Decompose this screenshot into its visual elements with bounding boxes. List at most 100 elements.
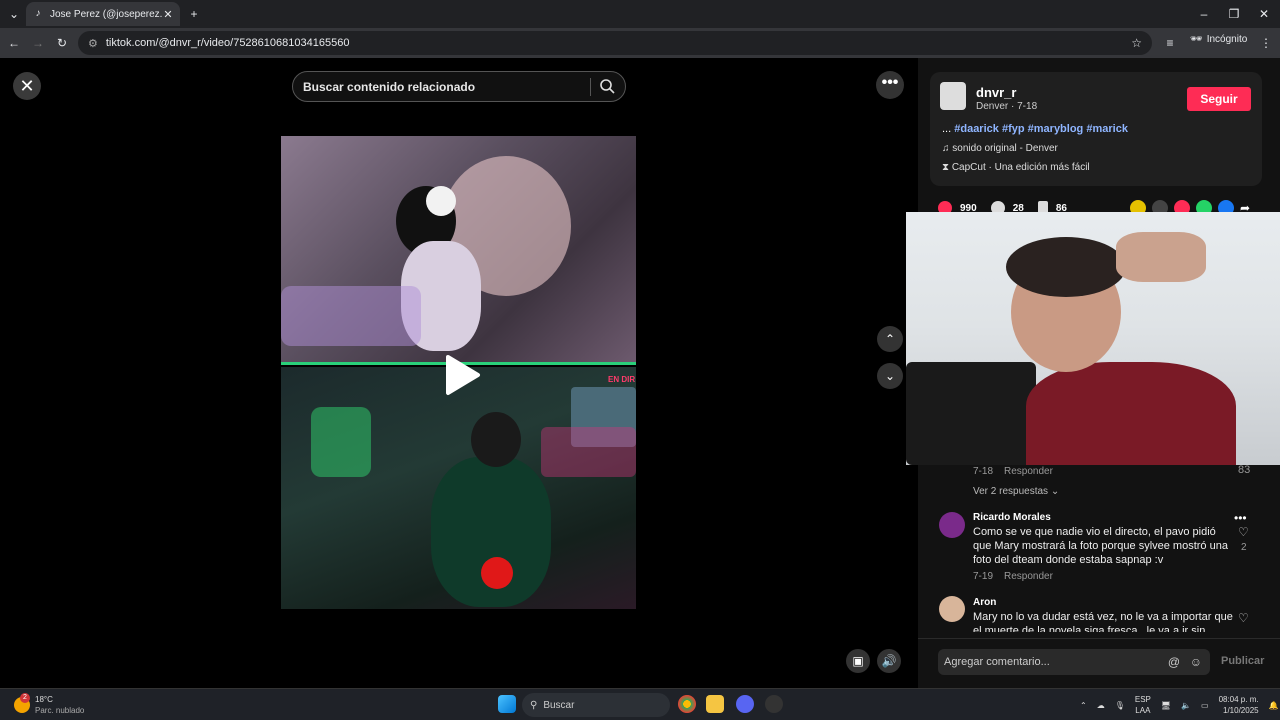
chevron-down-icon: ⌄ <box>1050 486 1060 497</box>
avatar[interactable] <box>939 596 965 622</box>
site-info-icon[interactable]: ⚙ <box>88 37 98 50</box>
taskbar-search[interactable]: ⚲ Buscar <box>522 693 670 717</box>
avatar[interactable] <box>940 82 966 110</box>
hashtag-link[interactable]: #daarick <box>954 123 999 135</box>
search-icon[interactable] <box>599 78 615 94</box>
battery-icon[interactable]: ▭ <box>1201 701 1209 710</box>
tray-overflow-icon[interactable]: ⌃ <box>1080 701 1087 710</box>
username[interactable]: dnvr_r <box>976 85 1016 100</box>
hashtags: ... #daarick #fyp #maryblog #marick <box>942 123 1128 135</box>
language-indicator[interactable]: ESP LAA <box>1135 694 1151 716</box>
comment-text: Como se ve que nadie vio el directo, el … <box>973 526 1228 566</box>
onedrive-icon[interactable]: ☁ <box>1097 701 1105 710</box>
search-icon: ⚲ <box>530 699 538 711</box>
music-note-icon: ♫ <box>942 143 950 154</box>
live-overlay-label: EN DIR <box>608 375 636 384</box>
ellipsis: ... <box>942 123 952 135</box>
related-search-input[interactable]: Buscar contenido relacionado <box>292 71 626 102</box>
mention-icon[interactable]: @ <box>1168 649 1180 675</box>
close-window-icon[interactable]: ✕ <box>1254 4 1274 24</box>
description-card: dnvr_r Denver · 7-18 Seguir ... #daarick… <box>930 72 1262 186</box>
comment-date: 7-19 <box>973 571 994 582</box>
new-tab-icon[interactable]: + <box>184 4 204 24</box>
miniplayer-icon[interactable]: ▣ <box>846 649 870 673</box>
user-info: Denver · 7-18 <box>976 101 1038 112</box>
comment-author[interactable]: Aron <box>973 597 996 608</box>
network-icon[interactable]: 🖥 <box>1161 701 1171 710</box>
music-link[interactable]: ♫ sonido original - Denver <box>942 143 1058 154</box>
hashtag-link[interactable]: #fyp <box>1002 123 1025 135</box>
temperature: 18°C <box>35 695 53 704</box>
reply-button[interactable]: Responder <box>1004 571 1053 582</box>
weather-widget[interactable]: 2 18°C Parc. nublado <box>14 693 85 716</box>
volume-icon[interactable]: 🔊 <box>877 649 901 673</box>
address-bar: ← → ↻ ⚙ tiktok.com/@dnvr_r/video/7528610… <box>0 28 1280 58</box>
browser-menu-icon[interactable]: ⋮ <box>1256 33 1276 53</box>
play-icon[interactable] <box>440 353 484 397</box>
incognito-icon: 🕶 <box>1190 34 1203 45</box>
file-explorer-icon[interactable] <box>706 695 724 713</box>
discord-icon[interactable] <box>736 695 754 713</box>
comment-text: Mary no lo va dudar está vez, no le va a… <box>973 611 1233 632</box>
url-field[interactable]: ⚙ tiktok.com/@dnvr_r/video/7528610681034… <box>78 31 1152 55</box>
back-icon[interactable]: ← <box>4 33 24 53</box>
language-code: ESP <box>1134 695 1151 704</box>
comment-date: 7-18 <box>973 466 994 477</box>
weather-text: Parc. nublado <box>35 706 85 715</box>
browser-tab[interactable]: ♪ Jose Perez (@joseperez.05_) | Ti ✕ <box>26 2 180 26</box>
microphone-icon[interactable]: 🎙 <box>1115 701 1125 710</box>
tab-list-icon[interactable]: ⌄ <box>4 4 24 24</box>
clock[interactable]: 08:04 p. m. 1/10/2025 <box>1219 694 1259 716</box>
video-top-frame <box>281 136 636 362</box>
comment-input[interactable]: Agregar comentario... @ ☺ <box>938 649 1210 675</box>
tab-title: Jose Perez (@joseperez.05_) | Ti <box>50 8 162 20</box>
notification-icon[interactable]: 🔔 <box>1269 701 1279 710</box>
comment-like-count: 2 <box>1241 542 1247 553</box>
capcut-link[interactable]: ⧗ CapCut · Una edición más fácil <box>942 162 1090 173</box>
minimize-icon[interactable]: – <box>1194 4 1214 24</box>
browser-tab-bar: ⌄ ♪ Jose Perez (@joseperez.05_) | Ti ✕ +… <box>0 0 1280 28</box>
comment-heart-icon[interactable]: ♡ <box>1238 611 1249 625</box>
taskbar-search-label: Buscar <box>543 699 575 711</box>
speaker-icon[interactable]: 🔈 <box>1181 701 1191 710</box>
capcut-icon: ⧗ <box>942 162 950 173</box>
publish-button[interactable]: Publicar <box>1221 655 1264 667</box>
language-layout: LAA <box>1135 706 1151 715</box>
clock-time: 08:04 p. m. <box>1218 695 1259 704</box>
weather-badge: 2 <box>20 693 30 703</box>
tab-search-icon[interactable]: ≡ <box>1160 33 1180 53</box>
view-replies-button[interactable]: Ver 2 respuestas ⌄ <box>973 486 1059 497</box>
hashtag-link[interactable]: #maryblog <box>1028 123 1084 135</box>
clock-date: 1/10/2025 <box>1223 706 1259 715</box>
close-tab-icon[interactable]: ✕ <box>162 8 174 21</box>
emoji-icon[interactable]: ☺ <box>1190 649 1202 675</box>
comment-more-icon[interactable]: ••• <box>1234 511 1247 525</box>
system-tray: ⌃ ☁ 🎙 ESP LAA 🖥 🔈 ▭ 08:04 p. m. 1/10/202… <box>1080 693 1279 717</box>
view-replies-label: Ver 2 respuestas <box>973 486 1049 497</box>
forward-icon[interactable]: → <box>28 33 48 53</box>
comment-author[interactable]: Ricardo Morales <box>973 512 1051 523</box>
windows-taskbar: 2 18°C Parc. nublado ⚲ Buscar ⌃ ☁ 🎙 ESP … <box>0 688 1280 720</box>
hashtag-link[interactable]: #marick <box>1086 123 1128 135</box>
comment-placeholder: Agregar comentario... <box>944 656 1050 668</box>
more-options-button[interactable]: ••• <box>876 71 904 99</box>
music-label: sonido original - Denver <box>952 143 1058 154</box>
follow-button[interactable]: Seguir <box>1187 87 1251 111</box>
chrome-icon[interactable] <box>678 695 696 713</box>
search-divider <box>590 78 591 96</box>
incognito-indicator[interactable]: 🕶 Incógnito <box>1190 34 1247 45</box>
bookmark-star-icon[interactable]: ☆ <box>1131 36 1142 50</box>
close-video-button[interactable]: ✕ <box>13 72 41 100</box>
avatar[interactable] <box>939 512 965 538</box>
comment-heart-icon[interactable]: ♡ <box>1238 525 1249 539</box>
tiktok-favicon-icon: ♪ <box>35 8 41 19</box>
next-video-button[interactable]: ⌄ <box>877 363 903 389</box>
reload-icon[interactable]: ↻ <box>52 33 72 53</box>
reply-button[interactable]: Responder <box>1004 466 1053 477</box>
restore-icon[interactable]: ❐ <box>1224 4 1244 24</box>
search-placeholder: Buscar contenido relacionado <box>303 79 476 94</box>
windows-start-icon[interactable] <box>498 695 516 713</box>
app-icon[interactable] <box>765 695 783 713</box>
previous-video-button[interactable]: ⌃ <box>877 326 903 352</box>
comment-like-count: 83 <box>1238 464 1251 476</box>
